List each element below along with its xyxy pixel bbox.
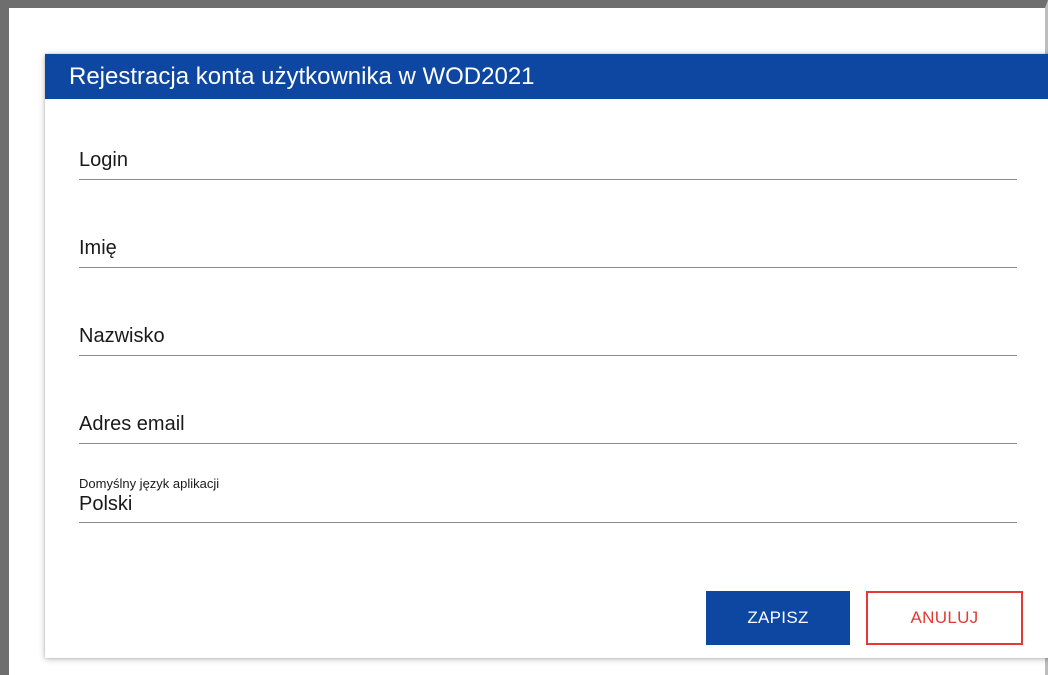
language-value: Polski	[79, 493, 133, 515]
save-button[interactable]: ZAPISZ	[706, 591, 850, 645]
login-label: Login	[79, 149, 128, 171]
login-field[interactable]: Login	[79, 148, 1017, 180]
window-frame: Rejestracja konta użytkownika w WOD2021 …	[0, 0, 1048, 675]
dialog-title: Rejestracja konta użytkownika w WOD2021	[45, 54, 1048, 99]
registration-dialog: Rejestracja konta użytkownika w WOD2021 …	[45, 54, 1048, 658]
last-name-label: Nazwisko	[79, 325, 165, 347]
email-field[interactable]: Adres email	[79, 412, 1017, 444]
language-select[interactable]: Domyślny język aplikacji Polski	[79, 476, 1017, 523]
first-name-field[interactable]: Imię	[79, 236, 1017, 268]
email-label: Adres email	[79, 413, 185, 435]
first-name-label: Imię	[79, 237, 117, 259]
language-label: Domyślny język aplikacji	[79, 476, 220, 491]
cancel-button[interactable]: ANULUJ	[866, 591, 1023, 645]
last-name-field[interactable]: Nazwisko	[79, 324, 1017, 356]
